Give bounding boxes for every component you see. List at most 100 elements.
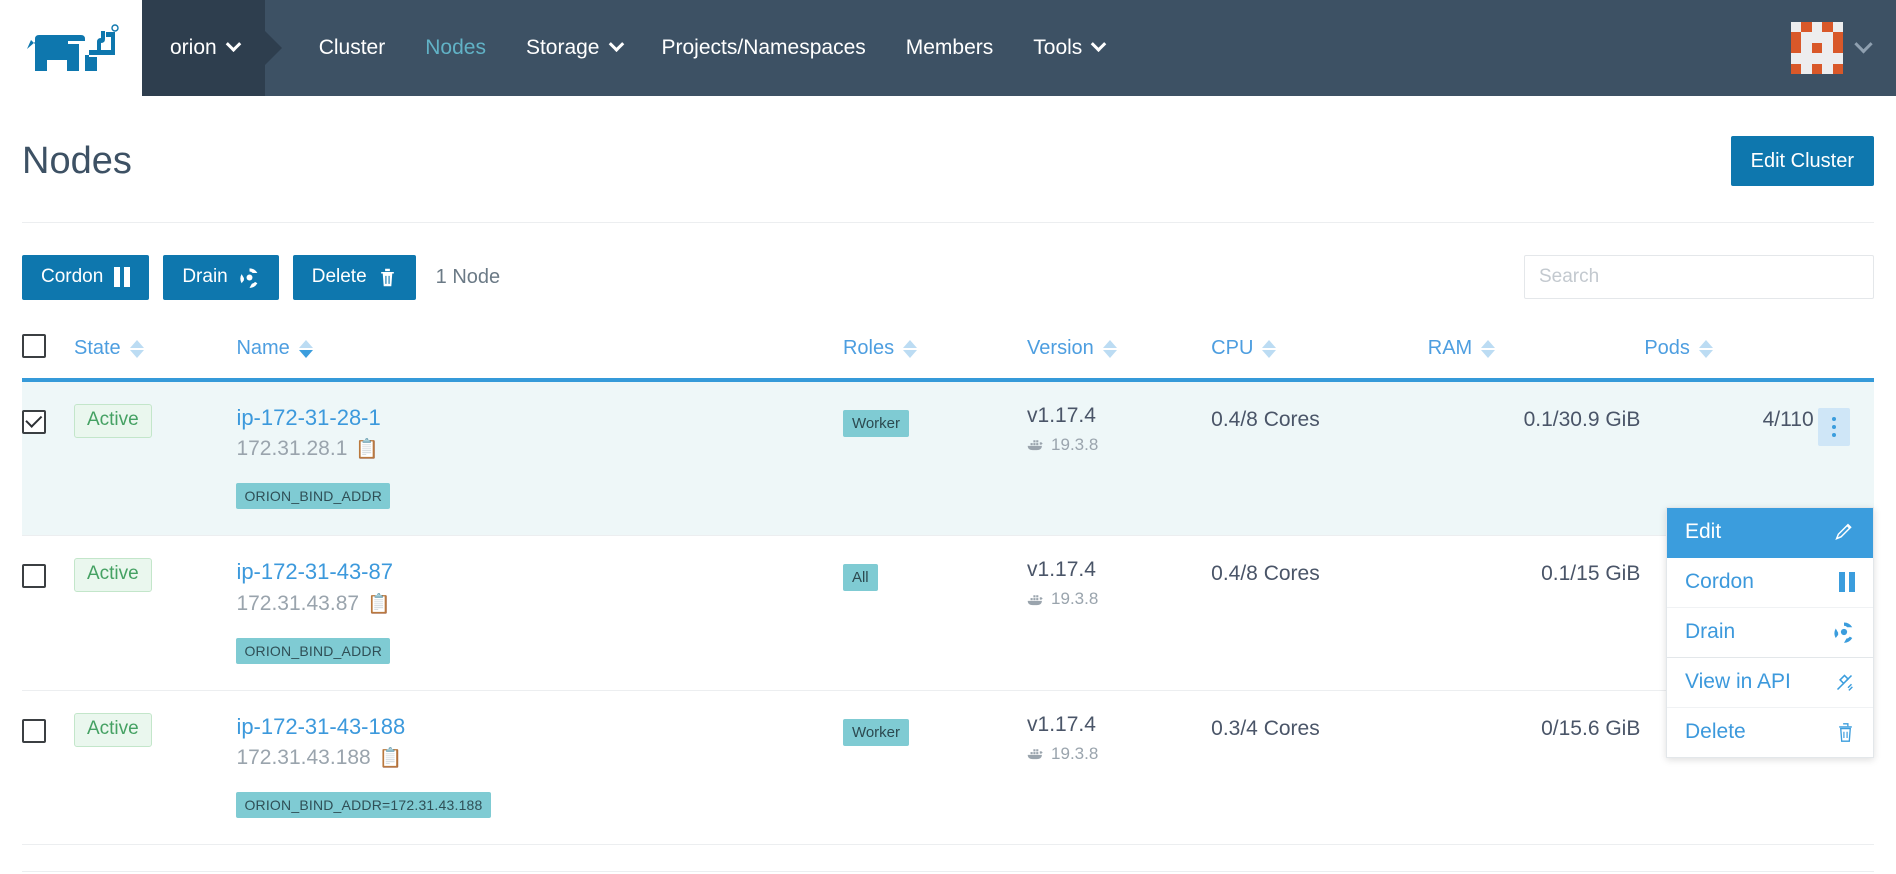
table-bottom-divider <box>22 871 1874 872</box>
menu-item-drain[interactable]: Drain <box>1667 608 1873 658</box>
menu-item-edit[interactable]: Edit <box>1667 508 1873 558</box>
menu-item-view-in-api[interactable]: View in API <box>1667 658 1873 708</box>
th-version-label: Version <box>1027 337 1094 360</box>
node-ip-text: 172.31.28.1 <box>236 437 347 461</box>
node-name-link[interactable]: ip-172-31-43-87 <box>236 558 843 586</box>
menu-item-delete[interactable]: Delete <box>1667 708 1873 757</box>
nav-item-cluster[interactable]: Cluster <box>299 0 406 96</box>
docker-icon <box>1027 438 1044 451</box>
row-checkbox[interactable] <box>22 410 46 434</box>
cluster-selector[interactable]: orion <box>142 0 265 96</box>
nav-item-nodes[interactable]: Nodes <box>405 0 506 96</box>
role-chip: Worker <box>843 410 909 437</box>
nodes-table-head: State Name Rol <box>22 324 1874 380</box>
row-roles-cell: Worker <box>843 690 1027 845</box>
row-ram-cell: 0.1/30.9 GiB <box>1428 380 1645 536</box>
node-ip: 172.31.43.87 📋 <box>236 592 843 616</box>
th-name[interactable]: Name <box>236 324 843 380</box>
sort-icon <box>1103 340 1117 358</box>
row-version-cell: v1.17.4 19.3.8 <box>1027 380 1211 536</box>
cpu-value: 0.3/4 Cores <box>1211 713 1428 741</box>
th-pods[interactable]: Pods <box>1644 324 1817 380</box>
cordon-button[interactable]: Cordon <box>22 255 149 300</box>
status-badge: Active <box>74 404 152 438</box>
menu-item-label: Delete <box>1685 720 1746 744</box>
nav-item-members[interactable]: Members <box>886 0 1014 96</box>
row-state-cell: Active <box>74 536 236 691</box>
row-actions-dropdown: Edit Cordon Drain <box>1666 507 1874 758</box>
row-version-cell: v1.17.4 19.3.8 <box>1027 536 1211 691</box>
row-select-cell <box>22 380 74 536</box>
menu-item-cordon[interactable]: Cordon <box>1667 558 1873 608</box>
pencil-icon <box>1834 522 1855 543</box>
docker-version: 19.3.8 <box>1027 435 1211 455</box>
status-badge: Active <box>74 713 152 747</box>
search-input[interactable] <box>1524 255 1874 299</box>
cordon-button-label: Cordon <box>41 266 103 289</box>
node-name-link[interactable]: ip-172-31-43-188 <box>236 713 843 741</box>
row-actions-menu-button[interactable] <box>1818 408 1850 446</box>
main-navigation: orion Cluster Nodes Storage Projects/Nam… <box>142 0 1896 96</box>
role-chip: Worker <box>843 719 909 746</box>
nav-item-storage[interactable]: Storage <box>506 0 642 96</box>
rancher-logo[interactable] <box>0 0 142 96</box>
copy-icon[interactable]: 📋 <box>355 437 379 461</box>
row-name-cell: ip-172-31-28-1 172.31.28.1 📋 ORION_BIND_… <box>236 380 843 536</box>
th-pods-label: Pods <box>1644 337 1690 360</box>
th-roles-label: Roles <box>843 337 894 360</box>
pause-icon <box>1839 572 1855 592</box>
table-row[interactable]: Active ip-172-31-43-188 172.31.43.188 📋 … <box>22 690 1874 845</box>
table-row[interactable]: Active ip-172-31-43-87 172.31.43.87 📋 OR… <box>22 536 1874 691</box>
select-all-checkbox[interactable] <box>22 334 46 358</box>
nav-item-label: Members <box>906 0 994 96</box>
row-state-cell: Active <box>74 690 236 845</box>
copy-icon[interactable]: 📋 <box>379 746 403 770</box>
table-row[interactable]: Active ip-172-31-28-1 172.31.28.1 📋 ORIO… <box>22 380 1874 536</box>
nodes-table: State Name Rol <box>22 324 1874 846</box>
row-cpu-cell: 0.4/8 Cores <box>1211 380 1428 536</box>
menu-item-label: View in API <box>1685 670 1791 694</box>
nav-item-label: Storage <box>526 0 600 96</box>
docker-version-text: 19.3.8 <box>1051 435 1098 455</box>
drain-button-label: Drain <box>182 266 227 289</box>
row-checkbox[interactable] <box>22 564 46 588</box>
th-cpu[interactable]: CPU <box>1211 324 1428 380</box>
sort-icon <box>1699 340 1713 358</box>
user-menu[interactable] <box>1791 22 1896 74</box>
chevron-down-icon <box>608 36 624 52</box>
cluster-selector-label: orion <box>170 36 217 60</box>
th-roles[interactable]: Roles <box>843 324 1027 380</box>
sort-icon <box>130 340 144 358</box>
th-ram[interactable]: RAM <box>1428 324 1645 380</box>
th-version[interactable]: Version <box>1027 324 1211 380</box>
ram-value: 0/15.6 GiB <box>1428 713 1645 741</box>
drain-icon <box>239 267 260 288</box>
node-label-chip: ORION_BIND_ADDR <box>236 483 390 509</box>
page-header: Nodes Edit Cluster <box>22 96 1874 223</box>
drain-button[interactable]: Drain <box>163 255 278 300</box>
rancher-logo-icon <box>23 19 119 77</box>
pods-value: 4/110 <box>1644 404 1817 432</box>
nodes-table-body: Active ip-172-31-28-1 172.31.28.1 📋 ORIO… <box>22 380 1874 845</box>
node-ip: 172.31.28.1 📋 <box>236 437 843 461</box>
copy-icon[interactable]: 📋 <box>367 592 391 616</box>
ram-value: 0.1/15 GiB <box>1428 558 1645 586</box>
ram-value: 0.1/30.9 GiB <box>1428 404 1645 432</box>
edit-cluster-button[interactable]: Edit Cluster <box>1731 136 1874 186</box>
sort-icon <box>1481 340 1495 358</box>
delete-button[interactable]: Delete <box>293 255 416 300</box>
cpu-value: 0.4/8 Cores <box>1211 404 1428 432</box>
nav-item-projects-namespaces[interactable]: Projects/Namespaces <box>642 0 886 96</box>
node-ip-text: 172.31.43.188 <box>236 746 370 770</box>
th-name-label: Name <box>236 337 289 360</box>
th-state[interactable]: State <box>74 324 236 380</box>
nav-item-tools[interactable]: Tools <box>1013 0 1124 96</box>
drain-icon <box>1833 621 1855 643</box>
node-ip: 172.31.43.188 📋 <box>236 746 843 770</box>
nav-item-label: Tools <box>1033 0 1082 96</box>
node-name-link[interactable]: ip-172-31-28-1 <box>236 404 843 432</box>
page-title: Nodes <box>22 142 132 180</box>
row-name-cell: ip-172-31-43-87 172.31.43.87 📋 ORION_BIN… <box>236 536 843 691</box>
trash-icon <box>378 267 397 288</box>
row-checkbox[interactable] <box>22 719 46 743</box>
